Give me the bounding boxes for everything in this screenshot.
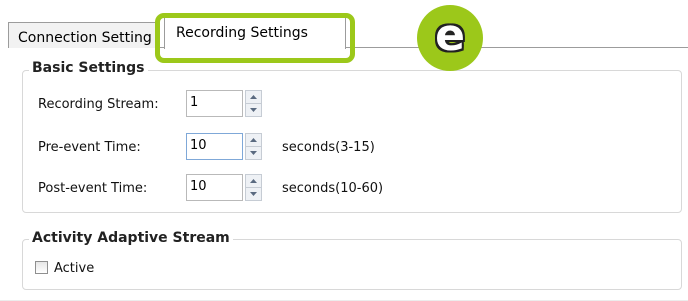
- tab-connection-setting[interactable]: Connection Setting: [8, 22, 158, 48]
- post-event-time-unit: seconds(10-60): [282, 181, 384, 196]
- pre-event-time-value: 10: [190, 138, 207, 153]
- recording-stream-spinner[interactable]: [245, 90, 262, 117]
- post-event-time-spinner[interactable]: [245, 174, 262, 201]
- pre-event-time-spinner[interactable]: [245, 133, 262, 160]
- spinner-down-button[interactable]: [246, 187, 261, 200]
- activity-adaptive-stream-title: Activity Adaptive Stream: [29, 230, 233, 246]
- triangle-down-icon: [250, 108, 257, 112]
- recording-stream-label: Recording Stream:: [38, 97, 159, 112]
- pre-event-time-unit: seconds(3-15): [282, 140, 375, 155]
- basic-settings-title: Basic Settings: [29, 60, 148, 76]
- active-checkbox[interactable]: [35, 261, 48, 274]
- post-event-time-label: Post-event Time:: [38, 181, 148, 196]
- triangle-up-icon: [250, 138, 257, 142]
- tab-label: Connection Setting: [18, 30, 152, 46]
- active-checkbox-label[interactable]: Active: [54, 261, 94, 276]
- spinner-down-button[interactable]: [246, 146, 261, 159]
- post-event-time-value: 10: [190, 179, 207, 194]
- spinner-up-button[interactable]: [246, 91, 261, 103]
- triangle-down-icon: [250, 192, 257, 196]
- annotation-badge: e: [417, 5, 483, 71]
- tab-highlight-outline: [155, 13, 355, 63]
- recording-stream-input[interactable]: 1: [186, 90, 243, 117]
- post-event-time-input[interactable]: 10: [186, 174, 243, 201]
- triangle-up-icon: [250, 95, 257, 99]
- pre-event-time-label: Pre-event Time:: [38, 140, 141, 155]
- recording-stream-value: 1: [190, 95, 199, 110]
- annotation-badge-letter: e: [435, 10, 465, 61]
- spinner-up-button[interactable]: [246, 134, 261, 146]
- pre-event-time-input[interactable]: 10: [186, 133, 243, 160]
- triangle-up-icon: [250, 179, 257, 183]
- spinner-up-button[interactable]: [246, 175, 261, 187]
- triangle-down-icon: [250, 151, 257, 155]
- spinner-down-button[interactable]: [246, 103, 261, 116]
- activity-adaptive-stream-group: [22, 239, 682, 290]
